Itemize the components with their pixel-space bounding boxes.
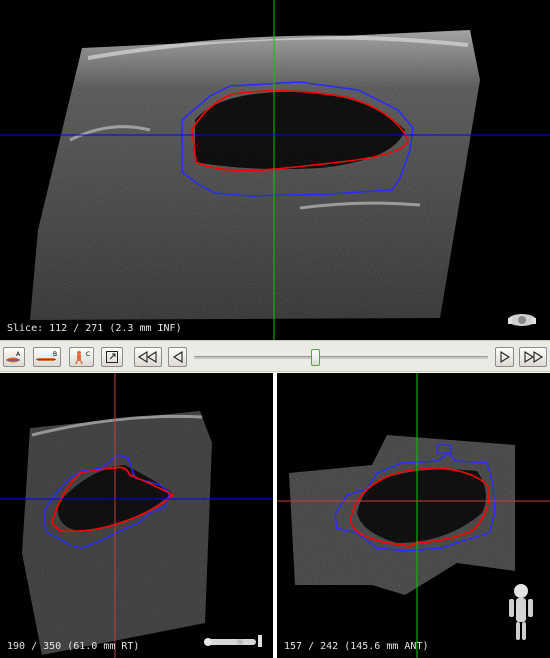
coronal-view-icon: C — [75, 351, 90, 364]
slice-slider-track[interactable] — [194, 356, 488, 359]
coronal-slice-label: 157 / 242 (145.6 mm ANT) — [284, 641, 429, 652]
fast-forward-button[interactable] — [519, 347, 547, 367]
step-forward-button[interactable] — [495, 347, 514, 367]
sagittal-view-icon: B — [36, 351, 57, 361]
right-arrow-icon — [499, 351, 510, 363]
double-right-arrow-icon — [524, 351, 544, 363]
view-b-button[interactable]: B — [33, 347, 61, 367]
double-left-arrow-icon — [137, 351, 157, 363]
coronal-figure-icon — [509, 584, 533, 640]
view-c-button[interactable]: C — [69, 347, 94, 367]
sagittal-image — [0, 373, 273, 658]
left-arrow-icon — [172, 351, 183, 363]
sagittal-view[interactable]: 190 / 350 (61.0 mm RT) — [0, 373, 273, 658]
view-toolbar: A B C — [0, 340, 550, 372]
axial-view[interactable]: Slice: 112 / 271 (2.3 mm INF) — [0, 0, 550, 340]
maximize-icon — [106, 351, 118, 363]
maximize-view-button[interactable] — [101, 347, 123, 367]
slice-slider-thumb[interactable] — [311, 349, 320, 366]
svg-text:C: C — [86, 351, 90, 358]
step-back-button[interactable] — [168, 347, 187, 367]
axial-figure-icon — [508, 314, 536, 326]
axial-slice-label: Slice: 112 / 271 (2.3 mm INF) — [7, 323, 182, 334]
fast-back-button[interactable] — [134, 347, 162, 367]
axial-view-icon: A — [6, 351, 21, 363]
view-a-button[interactable]: A — [3, 347, 25, 367]
coronal-view[interactable]: 157 / 242 (145.6 mm ANT) — [277, 373, 550, 658]
svg-text:B: B — [53, 351, 57, 358]
sagittal-slice-label: 190 / 350 (61.0 mm RT) — [7, 641, 140, 652]
sagittal-figure-icon — [204, 635, 262, 647]
coronal-image — [277, 373, 550, 658]
svg-text:A: A — [16, 351, 21, 358]
axial-image — [0, 0, 550, 340]
